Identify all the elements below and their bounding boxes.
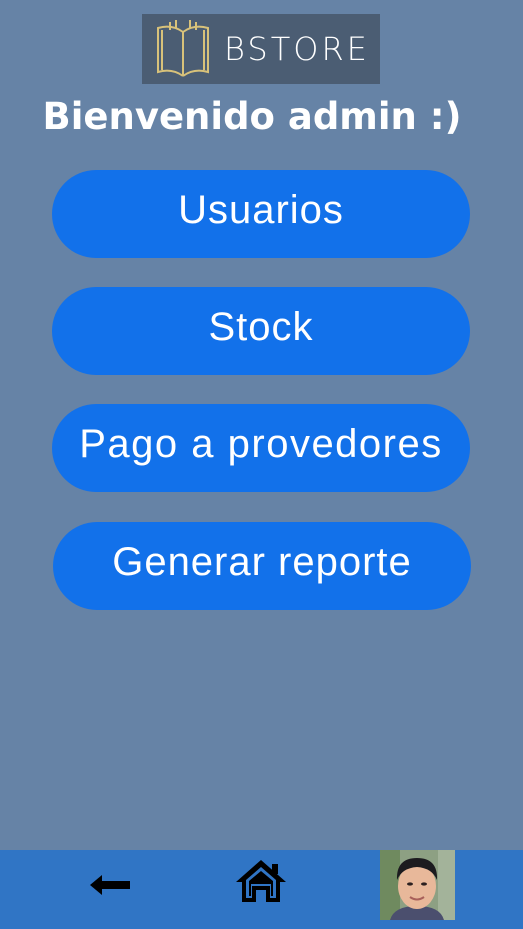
home-icon[interactable] bbox=[234, 858, 288, 904]
generar-reporte-button[interactable]: Generar reporte bbox=[53, 522, 471, 610]
open-book-icon bbox=[157, 20, 209, 77]
welcome-message: Bienvenido admin :) bbox=[42, 95, 462, 138]
pago-provedores-button[interactable]: Pago a provedores bbox=[52, 404, 470, 492]
app-logo: BSTORE bbox=[142, 14, 380, 84]
back-arrow-icon[interactable] bbox=[90, 872, 132, 898]
logo-text: BSTORE bbox=[224, 30, 370, 68]
stock-button[interactable]: Stock bbox=[52, 287, 470, 375]
usuarios-button[interactable]: Usuarios bbox=[52, 170, 470, 258]
bottom-navigation-bar bbox=[0, 850, 523, 929]
user-avatar[interactable] bbox=[380, 850, 455, 920]
